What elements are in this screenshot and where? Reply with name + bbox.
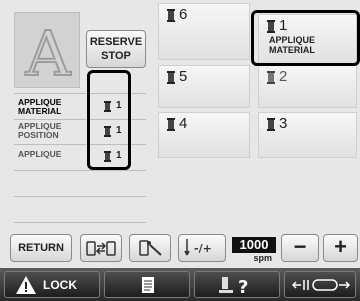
needle-3-button[interactable]: 3 xyxy=(258,112,357,158)
needle-adjust-icon: -/+ xyxy=(184,239,212,256)
thread-spool-icon xyxy=(167,118,175,131)
list-divider xyxy=(14,222,146,223)
thread-trim-button[interactable] xyxy=(129,234,171,262)
return-button[interactable]: RETURN xyxy=(10,234,72,262)
needle-2-button[interactable]: 2 xyxy=(258,65,357,108)
reserve-stop-line1: RESERVE xyxy=(89,36,143,48)
applique-letter-icon: A xyxy=(24,16,73,91)
thread-spool-icon xyxy=(267,118,275,131)
thread-spool-icon xyxy=(167,71,175,84)
needle-number: 3 xyxy=(279,115,288,132)
needle-5-button[interactable]: 5 xyxy=(158,65,250,108)
needle-number: 5 xyxy=(179,68,188,85)
list-item-label: APPLIQUE xyxy=(18,149,62,159)
svg-text:-/+: -/+ xyxy=(194,242,212,255)
warning-icon xyxy=(16,276,36,294)
document-list-icon xyxy=(142,277,154,293)
speed-display: 1000 spm xyxy=(232,234,276,264)
hoop-move-button[interactable] xyxy=(284,271,356,298)
needle-1-highlight xyxy=(251,10,360,66)
speed-value: 1000 xyxy=(232,237,276,253)
svg-text:?: ? xyxy=(238,277,248,296)
needle-number: 4 xyxy=(179,115,188,132)
needle-number: 6 xyxy=(179,6,188,23)
lock-button[interactable]: LOCK xyxy=(4,271,100,298)
thread-trim-icon xyxy=(139,240,162,256)
thread-spool-icon xyxy=(267,71,275,84)
needle-swap-button[interactable] xyxy=(80,234,122,262)
list-divider xyxy=(14,196,146,197)
list-item-label: APPLIQUE MATERIAL xyxy=(18,97,62,116)
pattern-preview: A xyxy=(14,12,80,91)
needle-4-button[interactable]: 4 xyxy=(158,112,250,158)
speed-increase-button[interactable]: + xyxy=(323,234,358,262)
needle-6-button[interactable]: 6 xyxy=(158,3,250,60)
speed-unit: spm xyxy=(253,253,272,263)
machine-help-icon: ? xyxy=(219,277,248,296)
needle-bar-adjust-button[interactable]: -/+ xyxy=(178,234,226,262)
list-item-label: APPLIQUE POSITION xyxy=(18,121,62,140)
thread-spool-icon xyxy=(167,9,175,22)
needle-number: 2 xyxy=(279,68,288,85)
status-bar: LOCK ? xyxy=(0,268,360,301)
needle-swap-icon xyxy=(86,241,116,256)
svg-text:A: A xyxy=(25,17,72,89)
list-needle-highlight xyxy=(87,70,131,170)
speed-decrease-button[interactable]: − xyxy=(281,234,319,262)
list-divider xyxy=(14,170,146,171)
reserve-stop-line2: STOP xyxy=(101,50,131,62)
reserve-stop-button[interactable]: RESERVE STOP xyxy=(86,30,146,68)
help-button[interactable]: ? xyxy=(194,271,280,298)
info-button[interactable] xyxy=(104,271,190,298)
hoop-move-icon xyxy=(291,279,351,291)
